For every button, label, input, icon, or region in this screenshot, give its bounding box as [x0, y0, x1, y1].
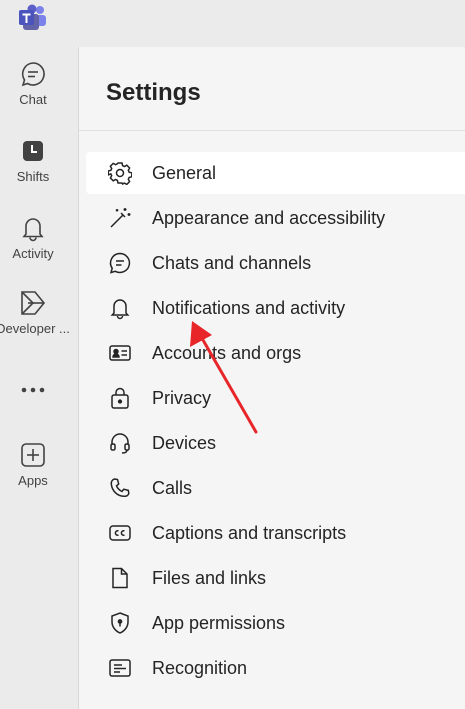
rail-item-label: Chat [19, 92, 47, 107]
settings-item-label: Appearance and accessibility [152, 207, 386, 228]
page-title: Settings [106, 79, 201, 106]
more-icon [18, 375, 48, 405]
bell-icon [18, 213, 48, 243]
rail-item-developer[interactable]: Developer ... [0, 288, 76, 336]
settings-item-label: General [152, 162, 217, 183]
settings-item-recognition[interactable]: Recognition [86, 647, 465, 689]
rail-item-apps[interactable]: Apps [0, 440, 66, 488]
settings-item-files[interactable]: Files and links [86, 557, 465, 599]
rail-item-shifts[interactable]: Shifts [0, 136, 66, 184]
settings-item-label: Files and links [152, 567, 267, 588]
id-card-icon [108, 341, 132, 365]
settings-item-label: Captions and transcripts [152, 522, 347, 543]
file-icon [108, 566, 132, 590]
lock-icon [108, 386, 132, 410]
divider [79, 130, 465, 131]
settings-item-captions[interactable]: Captions and transcripts [86, 512, 465, 554]
gear-icon [108, 161, 132, 185]
rail-item-label: Apps [18, 473, 48, 488]
settings-item-label: Calls [152, 477, 193, 498]
settings-item-label: Notifications and activity [152, 297, 346, 318]
settings-item-label: Recognition [152, 657, 248, 678]
shifts-icon [18, 136, 48, 166]
settings-item-chats[interactable]: Chats and channels [86, 242, 465, 284]
chat-icon [18, 59, 48, 89]
settings-item-notifications[interactable]: Notifications and activity [86, 287, 465, 329]
chat-bubble-icon [108, 251, 132, 275]
rail-item-more[interactable] [0, 375, 66, 405]
settings-item-devices[interactable]: Devices [86, 422, 465, 464]
settings-item-accounts[interactable]: Accounts and orgs [86, 332, 465, 374]
phone-icon [108, 476, 132, 500]
settings-menu: General Appearance and accessibility Cha… [86, 152, 465, 692]
rail-item-label: Developer ... [0, 321, 70, 336]
recognition-icon [108, 656, 132, 680]
settings-item-label: Chats and channels [152, 252, 312, 273]
rail-item-activity[interactable]: Activity [0, 213, 66, 261]
developer-portal-icon [18, 288, 48, 318]
settings-item-label: App permissions [152, 612, 286, 633]
magic-wand-icon [108, 206, 132, 230]
app-rail: Chat Shifts Activity Developer ... Apps [0, 47, 79, 709]
settings-panel: Settings General Appearance and accessib… [79, 47, 465, 709]
settings-item-label: Privacy [152, 387, 212, 408]
title-bar [0, 0, 465, 47]
shield-icon [108, 611, 132, 635]
settings-item-privacy[interactable]: Privacy [86, 377, 465, 419]
teams-logo-icon[interactable] [18, 4, 48, 32]
settings-item-label: Accounts and orgs [152, 342, 302, 363]
settings-item-general[interactable]: General [86, 152, 465, 194]
closed-captions-icon [108, 521, 132, 545]
settings-item-appearance[interactable]: Appearance and accessibility [86, 197, 465, 239]
rail-item-label: Shifts [16, 169, 50, 184]
apps-add-icon [18, 440, 48, 470]
headset-icon [108, 431, 132, 455]
bell-icon [108, 296, 132, 320]
rail-item-chat[interactable]: Chat [0, 59, 66, 107]
settings-item-app-permissions[interactable]: App permissions [86, 602, 465, 644]
rail-item-label: Activity [12, 246, 54, 261]
settings-item-label: Devices [152, 432, 217, 453]
settings-item-calls[interactable]: Calls [86, 467, 465, 509]
